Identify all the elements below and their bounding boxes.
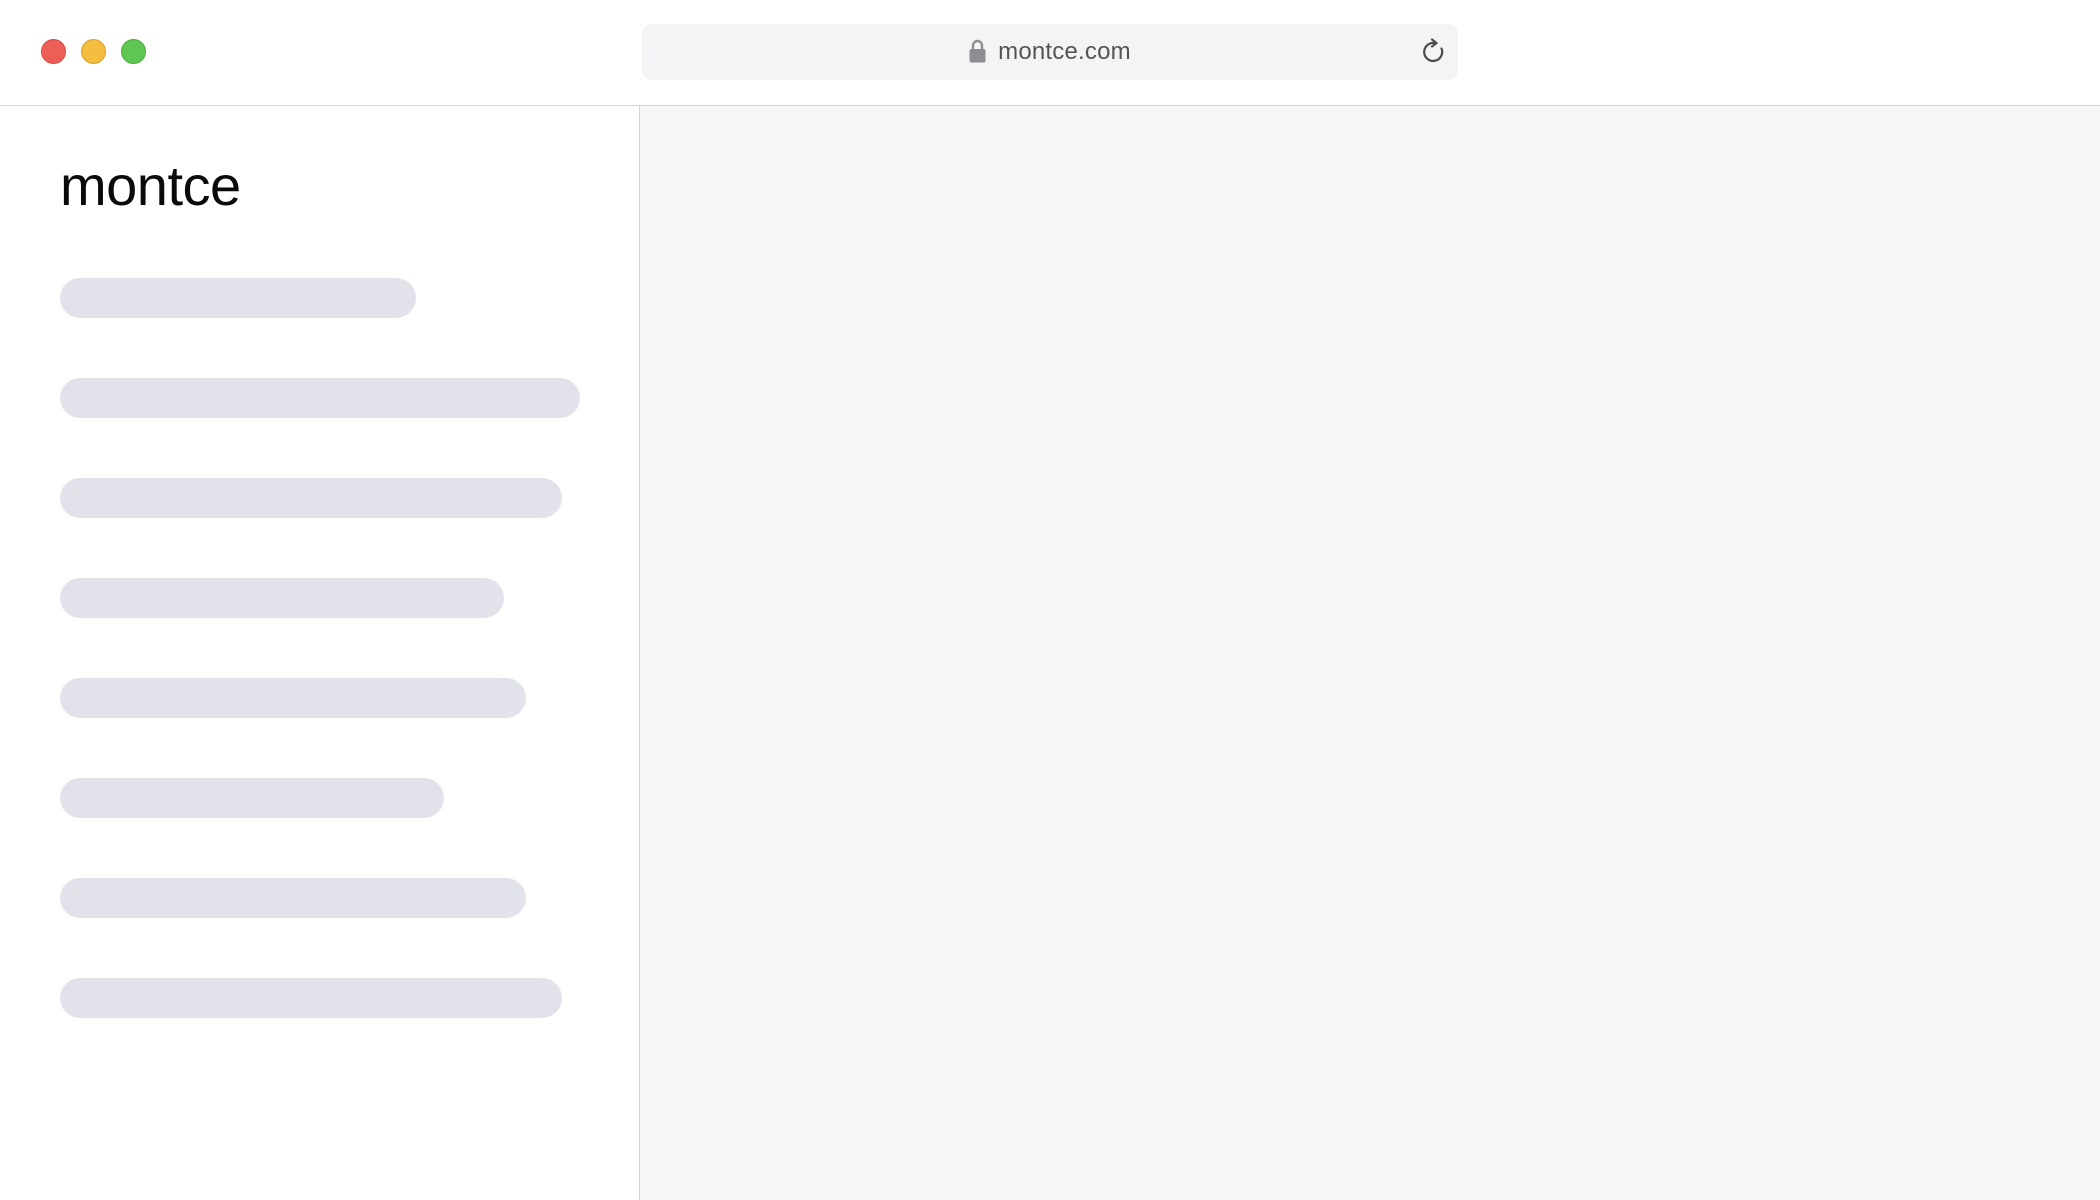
loading-placeholder-4 bbox=[60, 578, 504, 618]
loading-placeholder-3 bbox=[60, 478, 562, 518]
loading-placeholder-8 bbox=[60, 978, 562, 1018]
address-bar-content: montce.com bbox=[642, 24, 1458, 80]
brand-logo[interactable]: montce bbox=[60, 158, 241, 214]
sidebar: montce bbox=[0, 106, 640, 1200]
browser-toolbar: montce.com bbox=[0, 0, 2100, 106]
browser-window: montce.com montce bbox=[0, 0, 2100, 1200]
lock-icon bbox=[969, 39, 986, 63]
loading-placeholder-5 bbox=[60, 678, 526, 718]
reload-icon[interactable] bbox=[1420, 38, 1448, 66]
loading-placeholder-2 bbox=[60, 378, 580, 418]
minimize-window-button[interactable] bbox=[81, 39, 106, 64]
loading-placeholder-7 bbox=[60, 878, 526, 918]
main-content-area bbox=[640, 106, 2100, 1200]
loading-placeholder-6 bbox=[60, 778, 444, 818]
url-text: montce.com bbox=[998, 38, 1131, 65]
address-bar[interactable]: montce.com bbox=[642, 24, 1458, 80]
zoom-window-button[interactable] bbox=[121, 39, 146, 64]
close-window-button[interactable] bbox=[41, 39, 66, 64]
loading-placeholder-1 bbox=[60, 278, 416, 318]
